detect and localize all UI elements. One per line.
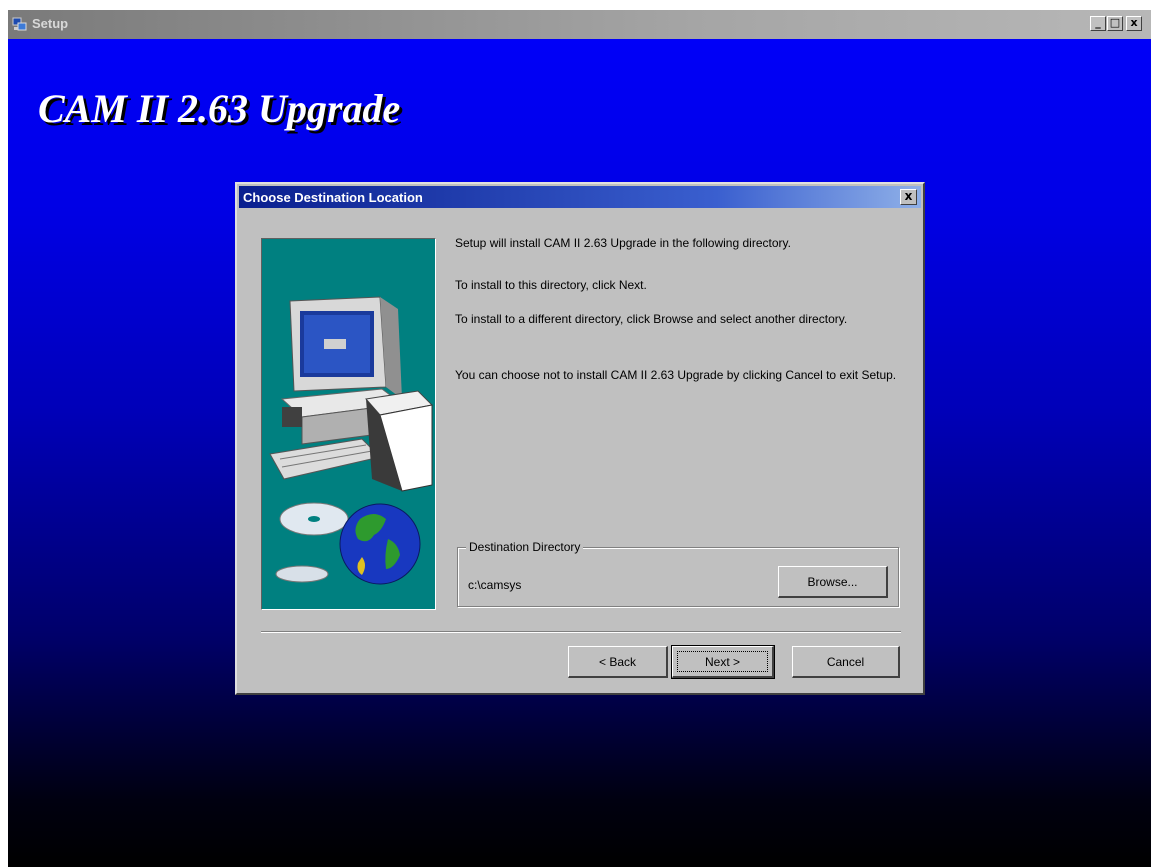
minimize-button[interactable]: _ [1090,16,1106,31]
destination-directory-group: Destination Directory c:\camsys Browse..… [457,540,899,607]
dialog-titlebar[interactable]: Choose Destination Location x [239,186,921,208]
installer-background: CAM II 2.63 Upgrade Choose Destination L… [8,39,1151,867]
message-line-4: You can choose not to install CAM II 2.6… [455,368,897,382]
dialog-close-button[interactable]: x [900,189,917,205]
setup-app-icon [12,17,27,31]
destination-directory-legend: Destination Directory [466,540,584,554]
back-button[interactable]: < Back [568,646,668,678]
choose-destination-dialog: Choose Destination Location x Setup will… [235,182,925,695]
setup-illustration [261,238,436,610]
close-button[interactable]: x [1126,16,1142,31]
next-button[interactable]: Next > [671,645,775,679]
banner-title: CAM II 2.63 Upgrade [38,86,401,131]
setup-window: Setup _ □ x CAM II 2.63 Upgrade Choose D… [8,10,1151,867]
message-line-1: Setup will install CAM II 2.63 Upgrade i… [455,236,791,250]
computer-illustration [269,296,434,585]
destination-path: c:\camsys [468,578,522,592]
dialog-title: Choose Destination Location [243,190,423,205]
maximize-button[interactable]: □ [1107,16,1123,31]
message-line-3: To install to a different directory, cli… [455,312,848,326]
button-separator [261,631,901,633]
message-line-2: To install to this directory, click Next… [455,278,647,292]
focus-rect [677,651,768,672]
cancel-button[interactable]: Cancel [792,646,900,678]
browse-button[interactable]: Browse... [778,566,888,598]
window-titlebar[interactable]: Setup _ □ x [8,10,1151,39]
window-title: Setup [32,16,69,31]
